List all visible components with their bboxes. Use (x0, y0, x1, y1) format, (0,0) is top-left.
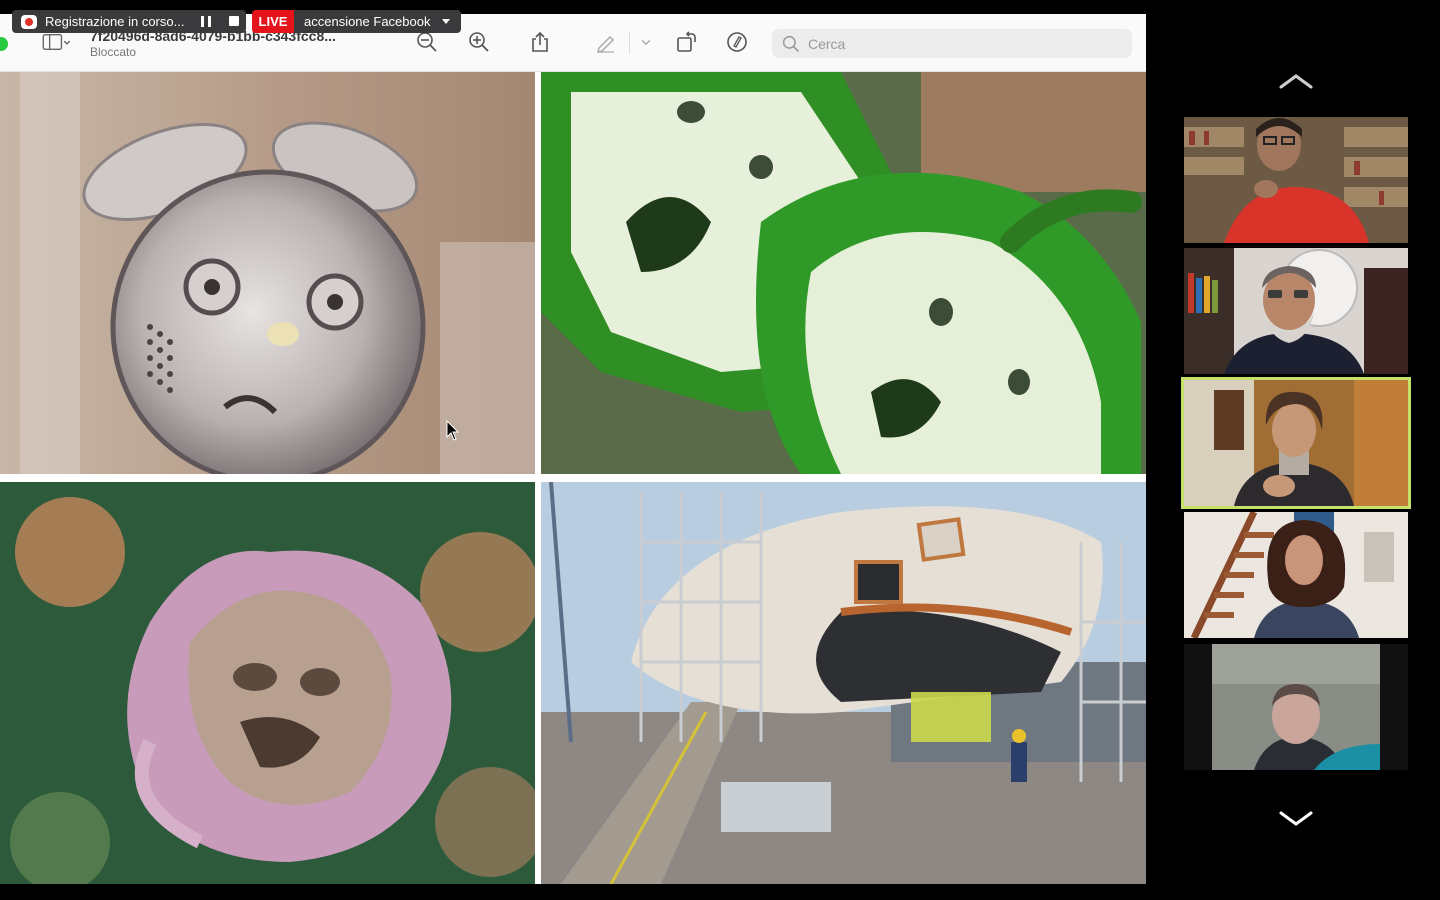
document-status: Bloccato (90, 45, 137, 59)
participant-video-1[interactable] (1184, 117, 1408, 243)
rotate-button[interactable] (672, 28, 700, 56)
participant-video-2[interactable] (1184, 248, 1408, 374)
window-bottom-edge (0, 884, 1440, 900)
pause-icon[interactable] (201, 16, 211, 27)
sidebar-icon (42, 34, 71, 50)
zoom-in-button[interactable] (465, 28, 493, 56)
markup-button[interactable] (592, 28, 620, 56)
search-field[interactable] (772, 29, 1132, 58)
live-badge: LIVE (252, 10, 294, 33)
annotate-button[interactable] (723, 28, 751, 56)
participant-video-5[interactable] (1184, 644, 1408, 770)
zoom-out-icon (417, 32, 437, 52)
search-input[interactable] (806, 34, 1106, 53)
window-zoom-button[interactable] (0, 37, 8, 51)
rotate-icon (677, 31, 696, 52)
zoom-in-icon (469, 32, 489, 52)
chevron-up-icon[interactable] (1279, 72, 1313, 90)
photo-withered-rose (0, 482, 535, 884)
participant-video-3-active-speaker[interactable] (1181, 377, 1411, 509)
markup-circle-icon (727, 32, 747, 52)
share-icon (532, 31, 548, 52)
recording-status: Registrazione in corso... (45, 14, 185, 29)
participant-video-4[interactable] (1184, 512, 1408, 638)
caret-down-icon[interactable] (442, 19, 451, 24)
shared-screen: 7f20496d-8ad6-4079-b1bb-c343fcc8... Bloc… (0, 14, 1146, 884)
chevron-down-icon[interactable] (1279, 810, 1313, 828)
participant-gallery (1146, 14, 1440, 884)
stop-icon[interactable] (229, 16, 239, 26)
mouse-cursor (446, 420, 460, 441)
toolbar-separator (629, 32, 630, 54)
recording-indicator: Registrazione in corso... (12, 10, 246, 33)
share-button[interactable] (526, 28, 554, 56)
search-icon (782, 35, 799, 52)
livestream-target: accensione Facebook (304, 14, 431, 29)
chevron-down-icon (641, 39, 651, 45)
livestream-indicator[interactable]: LIVE accensione Facebook (252, 10, 461, 33)
photo-alarm-clock (0, 72, 535, 474)
recording-icon (21, 14, 37, 29)
photo-green-peppers (541, 72, 1146, 474)
markup-menu-button[interactable] (634, 28, 658, 56)
pen-icon (596, 35, 615, 53)
photo-shipyard (541, 482, 1146, 884)
